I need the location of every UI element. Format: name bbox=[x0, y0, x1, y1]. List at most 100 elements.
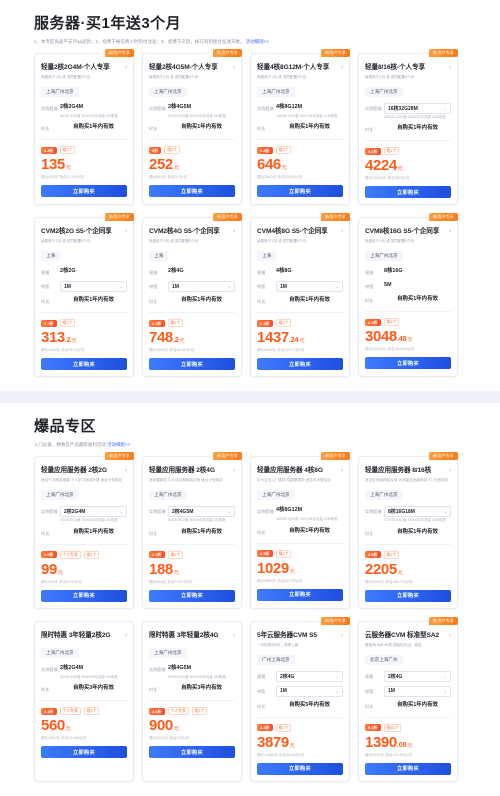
product-card[interactable]: 新用户专享 轻量2核4G5M-个人专享 › 续费低于1月 或 送同配置3个月 上海广州北… bbox=[142, 49, 242, 206]
chevron-right-icon[interactable]: › bbox=[233, 65, 235, 71]
region-selector[interactable]: 上海 bbox=[41, 251, 61, 262]
limit-badge: 个人专享 bbox=[59, 707, 81, 716]
activity-rules-link[interactable]: 活动细则>> bbox=[106, 442, 131, 447]
chevron-down-icon: ⌄ bbox=[443, 509, 447, 515]
spec-row: 时长 自购买5年内有效 bbox=[257, 701, 343, 711]
product-card[interactable]: 新用户专享 轻量4核8G12M-个人专享 › 续费低于1月 或 送同配置3个月 上海广州… bbox=[250, 49, 350, 206]
chevron-right-icon[interactable]: › bbox=[449, 229, 451, 235]
chevron-right-icon[interactable]: › bbox=[341, 633, 343, 639]
spec-select[interactable]: 8核16G18M ⌄ bbox=[384, 506, 451, 518]
product-card[interactable]: 新用户专享 CVM8核16G S5-个企同享 › 续费低于1月 或 送同配置3个月 上海… bbox=[358, 213, 458, 378]
region-selector[interactable]: 上海广州北京 bbox=[41, 490, 79, 501]
region-selector[interactable]: 广州上海北京 bbox=[257, 654, 295, 665]
new-user-badge: 新用户专享 bbox=[321, 49, 350, 57]
spec-note: 60GB SSD盘 5000GB月流量 5M带宽 bbox=[168, 674, 226, 679]
region-selector[interactable]: 上海广州北京 bbox=[365, 251, 403, 262]
buy-now-button[interactable]: 立即购买 bbox=[257, 358, 343, 371]
chevron-right-icon[interactable]: › bbox=[341, 468, 343, 474]
spec-select[interactable]: 1M ⌄ bbox=[60, 281, 127, 293]
region-selector[interactable]: 上海广州北京 bbox=[41, 87, 79, 97]
buy-now-button[interactable]: 立即购买 bbox=[365, 186, 451, 199]
region-selector[interactable]: 上海 bbox=[257, 251, 277, 262]
buy-now-button[interactable]: 立即购买 bbox=[41, 358, 127, 371]
spec-block: 实例套餐 2核2G4M ⌄ 50GB SSD盘 3000GB月流量 4M带宽 时长 自购买… bbox=[41, 506, 127, 537]
buy-now-button[interactable]: 立即购买 bbox=[149, 358, 235, 371]
product-card[interactable]: 限时特惠 3年轻量2核4G › 上海广州北京 实例套餐 2核4G5M 60GB SSD盘 … bbox=[142, 620, 242, 782]
product-card[interactable]: 新用户专享 轻量应用服务器 4核8G › 中小企业入门选择 性能更强效 适合中大型站点… bbox=[250, 452, 350, 609]
spec-select[interactable]: 2核4G5M ⌄ bbox=[168, 506, 235, 518]
spec-row: 实例套餐 16核32G28M ⌄ bbox=[365, 103, 451, 114]
chevron-right-icon[interactable]: › bbox=[125, 65, 127, 71]
product-card[interactable]: 限时特惠 3年轻量2核2G › 上海广州北京 实例套餐 2核2G4M 50GB SSD盘 … bbox=[34, 620, 134, 782]
region-selector[interactable]: 上海广州北京 bbox=[149, 647, 187, 658]
chevron-right-icon[interactable]: › bbox=[125, 229, 127, 235]
chevron-right-icon[interactable]: › bbox=[233, 468, 235, 474]
product-card[interactable]: 新用户专享 轻量2核2G4M-个人专享 › 续费低于1月 或 送同配置3个月 上海广州北… bbox=[34, 49, 134, 206]
product-card[interactable]: 新用户专享 CVM2核2G S5-个企同享 › 续费低于1月 或 送同配置3个月 上海规… bbox=[34, 213, 134, 378]
card-row: 限时特惠 3年轻量2核2G › 上海广州北京 实例套餐 2核2G4M 50GB SSD盘 … bbox=[0, 609, 500, 782]
badge-group: 3折 限1个 bbox=[149, 146, 235, 155]
product-card[interactable]: 新用户专享 CVM2核4G S5-个企同享 › 续费低于1月 或 送同配置3个月 上海规… bbox=[142, 213, 242, 378]
chevron-right-icon[interactable]: › bbox=[125, 633, 127, 639]
spec-select[interactable]: 2核2G4M ⌄ bbox=[60, 506, 127, 518]
buy-now-button[interactable]: 立即购买 bbox=[149, 185, 235, 198]
product-card[interactable]: 新用户专享 轻量应用服务器 2核2G › 适合个人网站搭建 个人学习测试环境 适合小型… bbox=[34, 452, 134, 609]
limit-badge: 限1个 bbox=[59, 146, 76, 155]
spec-select[interactable]: 2核4G ⌄ bbox=[384, 670, 451, 682]
buy-now-button[interactable]: 立即购买 bbox=[149, 589, 235, 602]
chevron-right-icon[interactable]: › bbox=[233, 633, 235, 639]
spec-select[interactable]: 1M ⌄ bbox=[384, 685, 451, 697]
product-card[interactable]: 新用户专享 云服务器CVM 标准型SA2 › 覆盖海 AMD优质 超高性价比、稳定 北京… bbox=[358, 616, 458, 782]
buy-now-button[interactable]: 立即购买 bbox=[365, 589, 451, 602]
spec-select[interactable]: 1M ⌄ bbox=[276, 685, 343, 697]
divider bbox=[149, 139, 235, 141]
original-price: 原价6300元 折合183.75元/月 bbox=[365, 579, 413, 584]
chevron-right-icon[interactable]: › bbox=[125, 468, 127, 474]
badge-group: 2.3折 限1个 bbox=[41, 146, 127, 155]
spec-value: 4核8G bbox=[276, 268, 292, 275]
buy-now-button[interactable]: 立即购买 bbox=[41, 746, 127, 759]
region-selector[interactable]: 上海 bbox=[149, 251, 169, 262]
region-selector[interactable]: 上海广州北京 bbox=[365, 490, 403, 501]
spec-select[interactable]: 1M ⌄ bbox=[276, 281, 343, 293]
spec-value: 8核16G18M bbox=[388, 509, 415, 516]
spec-note: 180GB SSD盘 2000GB月流量 12M带宽 bbox=[276, 114, 338, 118]
card-title-row: 轻量8/16核-个人专享 › bbox=[365, 63, 451, 73]
spec-select[interactable]: 16核32G28M ⌄ bbox=[384, 103, 451, 114]
chevron-right-icon[interactable]: › bbox=[233, 229, 235, 235]
region-selector[interactable]: 上海广州北京 bbox=[41, 647, 79, 658]
product-card[interactable]: 新用户专享 轻量应用服务器 2核4G › 适合建网站 中小站点和网站应用 适合小型网站… bbox=[142, 452, 242, 609]
chevron-right-icon[interactable]: › bbox=[449, 65, 451, 71]
chevron-right-icon[interactable]: › bbox=[449, 633, 451, 639]
buy-now-button[interactable]: 立即购买 bbox=[41, 185, 127, 198]
buy-now-button[interactable]: 立即购买 bbox=[41, 589, 127, 602]
buy-now-button[interactable]: 立即购买 bbox=[149, 746, 235, 759]
activity-rules-link[interactable]: 活动细则>> bbox=[244, 39, 269, 44]
spec-select[interactable]: 2核4G ⌄ bbox=[276, 670, 343, 682]
region-selector[interactable]: 北京上海广州 bbox=[365, 654, 403, 665]
buy-now-button[interactable]: 立即购买 bbox=[257, 185, 343, 198]
region-selector[interactable]: 上海广州北京 bbox=[365, 87, 403, 97]
buy-now-button[interactable]: 立即购买 bbox=[365, 357, 451, 370]
region-selector[interactable]: 上海广州北京 bbox=[149, 490, 187, 501]
region-selector[interactable]: 上海广州北京 bbox=[257, 87, 295, 97]
region-selector[interactable]: 上海广州北京 bbox=[257, 490, 295, 501]
spec-select[interactable]: 1M ⌄ bbox=[168, 281, 235, 293]
chevron-right-icon[interactable]: › bbox=[449, 468, 451, 474]
buy-now-button[interactable]: 立即购买 bbox=[257, 588, 343, 601]
buy-now-button[interactable]: 立即购买 bbox=[365, 762, 451, 775]
price-row: 313.2 元 bbox=[41, 329, 127, 346]
product-card[interactable]: 新用户专享 5年云服务器CVM S5 › 一次性购买5年，再享上新 广州上海北京 规格 2核… bbox=[250, 616, 350, 782]
price-unit: 元 bbox=[397, 166, 403, 173]
new-user-badge: 新用户专享 bbox=[321, 616, 350, 625]
chevron-right-icon[interactable]: › bbox=[341, 229, 343, 235]
product-card[interactable]: 新用户专享 CVM4核8G S5-个企同享 › 续费低于1月 或 送同配置3个月 上海规… bbox=[250, 213, 350, 378]
buy-now-button[interactable]: 立即购买 bbox=[257, 762, 343, 775]
chevron-right-icon[interactable]: › bbox=[341, 65, 343, 71]
spec-value: 自购买5年内有效 bbox=[289, 701, 330, 708]
product-card[interactable]: 新用户专享 轻量应用服务器 8/16核 › 适合企业级网站应用 大流量企业级网站 77… bbox=[358, 452, 458, 609]
product-card[interactable]: 新用户专享 轻量8/16核-个人专享 › 续费低于1月 或 送同配置3个月 上海广州北京… bbox=[358, 49, 458, 206]
region-selector[interactable]: 上海广州北京 bbox=[149, 87, 187, 97]
card-title: 限时特惠 3年轻量2核2G bbox=[41, 631, 111, 639]
price-unit: 元 bbox=[173, 165, 179, 172]
